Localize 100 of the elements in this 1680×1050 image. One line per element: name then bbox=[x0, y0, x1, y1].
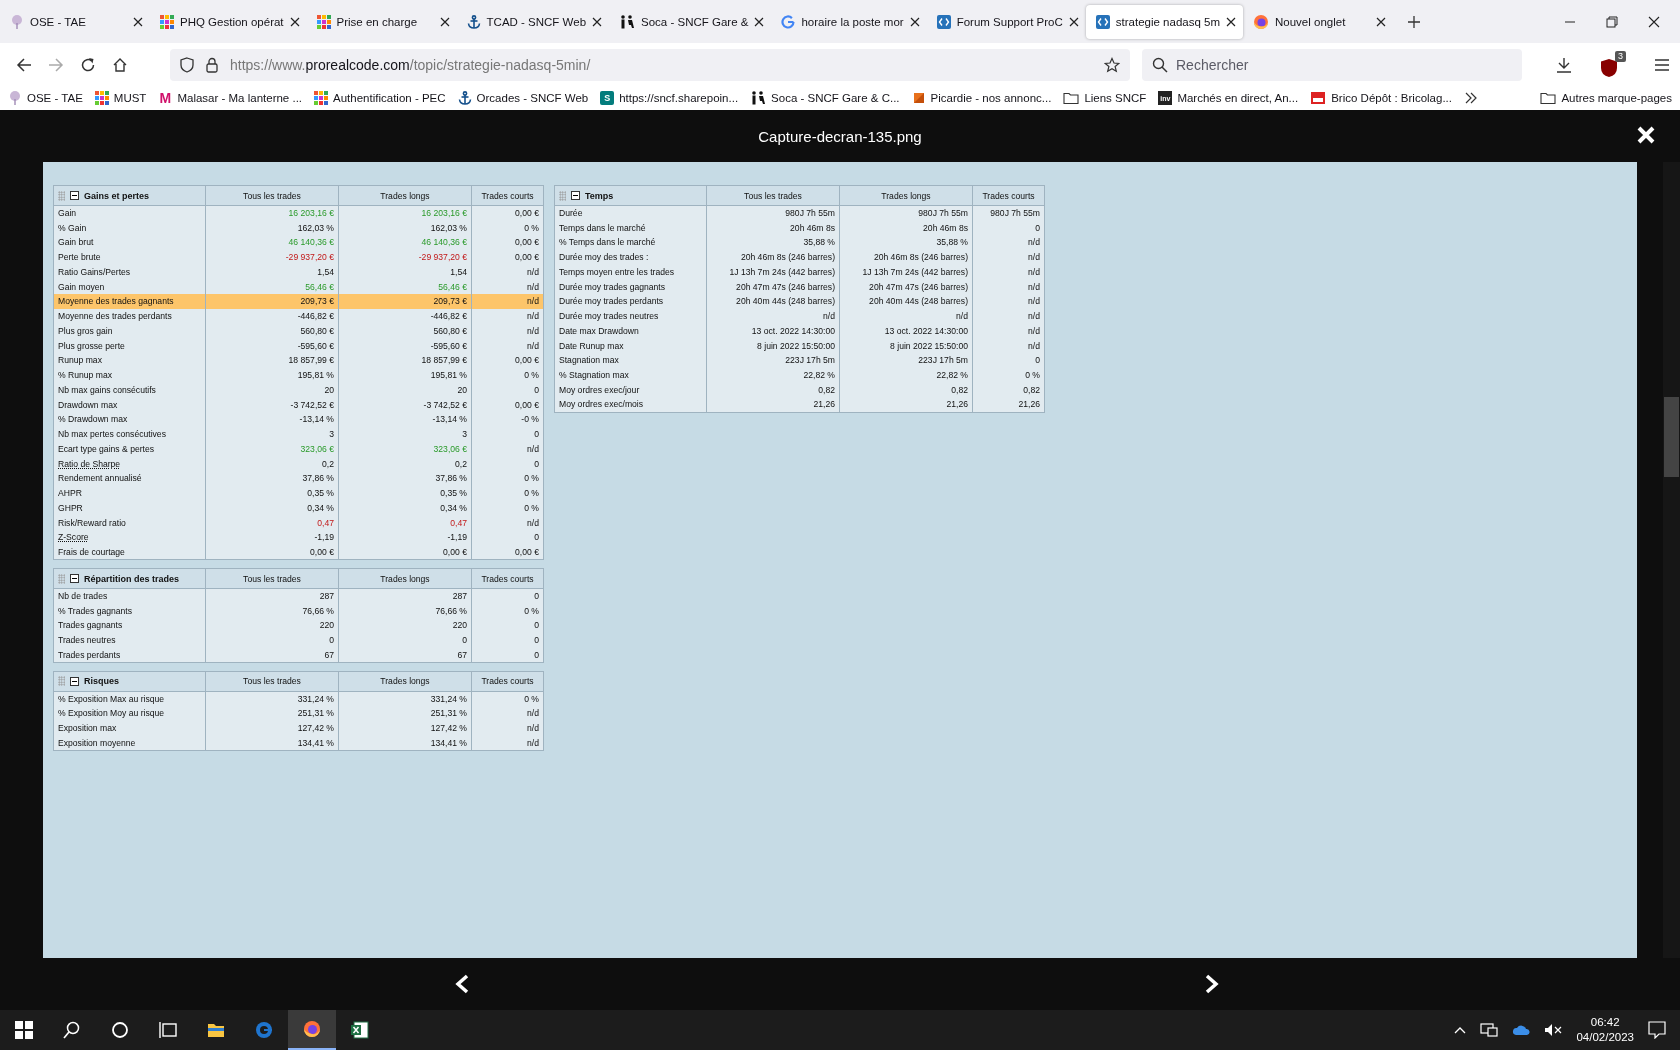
drag-handle-icon[interactable] bbox=[58, 573, 65, 584]
table-cell: -13,14 % bbox=[338, 412, 472, 427]
browser-tab[interactable]: strategie nadasq 5m bbox=[1085, 4, 1243, 39]
circle-icon[interactable] bbox=[111, 1021, 129, 1039]
close-tab-icon[interactable] bbox=[289, 16, 300, 27]
row-label: Rendement annualisé bbox=[53, 471, 206, 486]
browser-tab[interactable]: Prise en charge bbox=[306, 4, 457, 39]
table-cell: 134,41 % bbox=[205, 735, 339, 751]
metric-link[interactable]: Z-Score bbox=[53, 530, 206, 545]
table-cell: n/d bbox=[471, 720, 544, 736]
scrollbar-thumb[interactable] bbox=[1664, 397, 1679, 477]
reload-icon[interactable] bbox=[80, 56, 96, 73]
bookmark-item[interactable]: Soca - SNCF Gare & C... bbox=[750, 91, 900, 105]
speaker-muted-icon[interactable] bbox=[1544, 1023, 1563, 1037]
drag-handle-icon[interactable] bbox=[58, 190, 65, 201]
bookmark-item[interactable]: Liens SNCF bbox=[1063, 91, 1147, 105]
table-cell: 35,88 % bbox=[706, 235, 840, 250]
browser-tab[interactable]: OSE - TAE bbox=[0, 4, 150, 39]
table-cell: 331,24 % bbox=[205, 691, 339, 706]
browser-tab[interactable]: PHQ Gestion opérat bbox=[150, 4, 307, 39]
close-tab-icon[interactable] bbox=[439, 16, 450, 27]
address-bar[interactable]: https://www.prorealcode.com/topic/strategie-nadasq-5min/ bbox=[170, 48, 1130, 81]
browser-tab[interactable]: TCAD - SNCF Web bbox=[456, 4, 610, 39]
search-field[interactable]: Rechercher bbox=[1142, 48, 1522, 81]
column-header: Tous les trades bbox=[205, 185, 339, 206]
explorer-app-icon[interactable] bbox=[207, 1021, 225, 1039]
browser-tab[interactable]: horaire la poste mor bbox=[771, 4, 927, 39]
shield-icon[interactable] bbox=[180, 56, 194, 73]
table-cell: 209,73 € bbox=[205, 294, 339, 309]
table-cell: 220 bbox=[338, 618, 472, 633]
star-icon[interactable] bbox=[1104, 56, 1120, 73]
table-cell: 20h 46m 8s bbox=[706, 220, 840, 235]
browser-tab[interactable]: Nouvel onglet bbox=[1243, 4, 1393, 39]
grid-icon bbox=[160, 14, 174, 29]
cloud-icon[interactable] bbox=[1512, 1024, 1531, 1036]
row-label: Risk/Reward ratio bbox=[53, 515, 206, 530]
row-label: Exposition moyenne bbox=[53, 735, 206, 751]
column-header: Trades longs bbox=[338, 568, 472, 589]
table-cell: 0 bbox=[471, 382, 544, 398]
collapse-icon[interactable] bbox=[70, 676, 79, 686]
anchor-icon bbox=[466, 14, 481, 29]
metric-link[interactable]: Ratio de Sharpe bbox=[53, 456, 206, 471]
excel-app-icon[interactable] bbox=[351, 1021, 369, 1039]
search-icon[interactable] bbox=[63, 1021, 81, 1039]
bookmark-item[interactable]: MUST bbox=[94, 91, 147, 105]
close-tab-icon[interactable] bbox=[754, 16, 765, 27]
clock[interactable]: 06:42 04/02/2023 bbox=[1576, 1015, 1634, 1045]
bookmark-item[interactable]: Brico Dépôt : Bricolag... bbox=[1310, 91, 1452, 105]
folder-icon bbox=[1063, 91, 1080, 105]
download-icon[interactable] bbox=[1556, 56, 1572, 73]
task-view-icon[interactable] bbox=[159, 1021, 177, 1039]
plus-icon[interactable] bbox=[1407, 14, 1421, 29]
collapse-icon[interactable] bbox=[70, 574, 79, 583]
table-cell: 251,31 % bbox=[205, 706, 339, 721]
back-arrow-icon[interactable] bbox=[16, 56, 32, 73]
windows-icon[interactable] bbox=[15, 1021, 33, 1039]
table-cell: n/d bbox=[471, 441, 544, 457]
close-tab-icon[interactable] bbox=[592, 16, 603, 27]
table-cell: 46 140,36 € bbox=[205, 235, 339, 250]
bookmark-item[interactable]: Autres marque-pages bbox=[1540, 91, 1672, 105]
drag-handle-icon[interactable] bbox=[58, 676, 65, 687]
table-cell: 287 bbox=[338, 588, 472, 604]
browser-tab[interactable]: Forum Support ProC bbox=[926, 4, 1086, 39]
table-cell: 0 bbox=[471, 588, 544, 604]
edge-app-icon[interactable] bbox=[255, 1021, 273, 1039]
table-cell: 134,41 % bbox=[338, 735, 472, 751]
row-label: Durée moy trades neutres bbox=[554, 308, 707, 324]
table-cell: n/d bbox=[471, 323, 544, 339]
restore-icon[interactable] bbox=[1606, 15, 1618, 28]
network-icon[interactable] bbox=[1480, 1023, 1499, 1037]
menu-icon[interactable] bbox=[1654, 57, 1670, 72]
bookmark-item[interactable]: Orcades - SNCF Web bbox=[457, 91, 589, 105]
close-tab-icon[interactable] bbox=[909, 16, 920, 27]
close-tab-icon[interactable] bbox=[1068, 16, 1079, 27]
close-icon[interactable] bbox=[1648, 15, 1660, 28]
table-cell: 0 bbox=[471, 530, 544, 545]
chevrons-icon[interactable] bbox=[1464, 92, 1478, 104]
bookmark-item[interactable]: S https://sncf.sharepoin... bbox=[600, 91, 739, 105]
bookmark-item[interactable]: OSE - TAE bbox=[8, 91, 83, 105]
table-cell: n/d bbox=[706, 308, 840, 324]
bookmark-item[interactable]: Picardie - nos annonc... bbox=[911, 91, 1052, 105]
collapse-icon[interactable] bbox=[70, 191, 79, 200]
lock-icon[interactable] bbox=[206, 56, 218, 73]
home-icon[interactable] bbox=[112, 56, 128, 73]
close-tab-icon[interactable] bbox=[1376, 16, 1386, 27]
bookmark-item[interactable]: Authentification - PEC bbox=[314, 91, 446, 105]
close-tab-icon[interactable] bbox=[133, 16, 143, 27]
table-cell: n/d bbox=[471, 706, 544, 721]
extension-button[interactable]: 3 bbox=[1600, 50, 1626, 79]
close-tab-icon[interactable] bbox=[1226, 16, 1236, 27]
table-cell: 162,03 % bbox=[338, 220, 472, 235]
bookmark-item[interactable]: M Malasar - Ma lanterne ... bbox=[158, 91, 303, 105]
google-icon bbox=[781, 14, 796, 29]
notification-icon[interactable] bbox=[1648, 1021, 1666, 1039]
firefox-app-icon[interactable] bbox=[303, 1020, 321, 1038]
drag-handle-icon[interactable] bbox=[559, 190, 566, 201]
table-cell: 21,26 bbox=[706, 397, 840, 412]
browser-tab[interactable]: Soca - SNCF Gare & bbox=[609, 4, 772, 39]
chevron-up-icon[interactable] bbox=[1454, 1026, 1467, 1034]
collapse-icon[interactable] bbox=[571, 191, 580, 200]
